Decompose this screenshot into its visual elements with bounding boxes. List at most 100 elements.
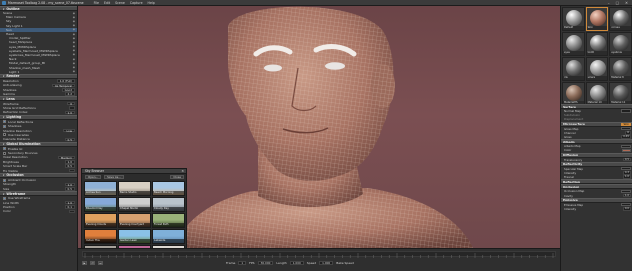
material-swatch[interactable]: Skin	[585, 7, 609, 31]
visibility-eye-icon[interactable]: ◉	[73, 45, 75, 48]
color-swatch[interactable]	[622, 148, 631, 152]
setting-label: Position	[3, 204, 15, 209]
setting-value-field[interactable]: Medium	[57, 155, 75, 160]
sky-thumbnail[interactable]: Bluemid Day	[84, 197, 117, 212]
setting-value-field[interactable]: 1.0 (Full)	[56, 79, 75, 83]
material-swatch[interactable]: Material 8	[609, 57, 632, 81]
setting-value-field[interactable]: Good	[61, 87, 75, 92]
material-swatch[interactable]: Material 10	[585, 82, 609, 106]
section-mode-badge[interactable]: Skin	[621, 122, 631, 126]
setting-checkbox[interactable]	[3, 151, 6, 155]
frame-field[interactable]: 1	[238, 261, 247, 265]
material-swatch[interactable]: MaterialHS	[562, 82, 585, 106]
material-prop-value[interactable]: 0.45	[621, 135, 631, 139]
setting-checkbox[interactable]	[3, 196, 6, 200]
setting-value-field[interactable]: 2.2	[64, 92, 75, 96]
setting-value-field[interactable]: 1.0	[64, 182, 75, 187]
sky-thumbnail[interactable]: Indoor Fire	[84, 229, 117, 244]
material-swatch[interactable]: eyebrow	[609, 32, 632, 56]
close-sky-browser-button[interactable]: Close	[170, 175, 184, 179]
texture-slot[interactable]	[621, 126, 631, 131]
visibility-eye-icon[interactable]: ◉	[73, 66, 75, 69]
setting-value-field[interactable]: 0.5	[64, 137, 75, 142]
close-window-button[interactable]: ✕	[625, 1, 628, 5]
sky-thumbnail[interactable]: Lakeside	[152, 229, 185, 244]
material-prop-value[interactable]: 0.5	[622, 157, 631, 162]
texture-slot[interactable]	[621, 109, 631, 113]
visibility-eye-icon[interactable]: ◉	[73, 62, 75, 65]
menu-capture[interactable]: Capture	[130, 1, 143, 5]
material-prop-value[interactable]: 1.0	[622, 193, 631, 198]
material-swatch[interactable]: Default	[562, 7, 585, 31]
save-sky-button[interactable]: Save As...	[104, 175, 124, 179]
close-icon[interactable]: ✕	[181, 169, 184, 173]
setting-value-field[interactable]	[69, 106, 75, 110]
setting-checkbox[interactable]	[3, 178, 6, 182]
visibility-eye-icon[interactable]: ◉	[73, 41, 75, 44]
visibility-eye-icon[interactable]: ◉	[73, 49, 75, 52]
menu-scene[interactable]: Scene	[115, 1, 125, 5]
first-frame-button[interactable]: ⏮	[90, 261, 95, 265]
visibility-eye-icon[interactable]: ◉	[73, 16, 75, 19]
setting-value-field[interactable]: 0.5	[64, 164, 75, 169]
material-swatch[interactable]: Material 11	[609, 82, 632, 106]
sky-thumbnail[interactable]: Cloudy Day	[152, 197, 185, 212]
visibility-eye-icon[interactable]: ◉	[73, 70, 75, 73]
setting-value-field[interactable]: 0.1	[64, 205, 75, 209]
visibility-eye-icon[interactable]: ◉	[73, 12, 75, 15]
texture-slot[interactable]	[621, 144, 631, 148]
material-swatch[interactable]: sclera	[585, 57, 609, 81]
setting-value-field[interactable]: Low	[63, 128, 75, 133]
material-swatch[interactable]: cornea	[609, 7, 632, 31]
sky-thumbnail[interactable]: Chapel Studio	[118, 197, 151, 212]
setting-checkbox[interactable]	[3, 133, 6, 137]
sky-thumbnail[interactable]: Garden Lawn	[118, 229, 151, 244]
sky-thumbnail[interactable]: Arches Sun	[84, 181, 117, 196]
frame-label: Frame	[226, 261, 236, 265]
last-frame-button[interactable]: ⏭	[98, 261, 103, 265]
visibility-eye-icon[interactable]: ◉	[73, 33, 75, 36]
setting-value-field[interactable]: 0.5	[64, 187, 75, 191]
setting-value-field[interactable]	[69, 209, 75, 214]
setting-checkbox[interactable]	[3, 147, 6, 151]
play-button[interactable]: ▶	[82, 261, 87, 265]
setting-value-field[interactable]: 4x Temporal	[51, 83, 75, 88]
texture-slot[interactable]	[621, 167, 631, 171]
visibility-eye-icon[interactable]: ◉	[73, 20, 75, 23]
fps-field[interactable]: 30.000	[257, 261, 274, 265]
setting-value-field[interactable]: 1.0	[64, 160, 75, 164]
visibility-eye-icon[interactable]: ◉	[73, 24, 75, 27]
material-swatch[interactable]: eyes	[562, 32, 585, 56]
setting-value-field[interactable]: 1.0	[64, 110, 75, 115]
setting-checkbox[interactable]	[3, 124, 6, 128]
sky-thumbnail[interactable]: Forest Path	[152, 213, 185, 228]
setting-value-field[interactable]: 1.0	[64, 200, 75, 205]
timeline-ruler[interactable]	[82, 251, 556, 258]
outline-item-label: Light 1	[9, 69, 20, 74]
visibility-eye-icon[interactable]: ◉	[73, 58, 75, 61]
menu-help[interactable]: Help	[148, 1, 155, 5]
speed-field[interactable]: 1.000	[319, 261, 334, 265]
menu-file[interactable]: File	[94, 1, 99, 5]
material-prop-value[interactable]: 0.0	[622, 207, 631, 211]
texture-slot[interactable]	[621, 203, 631, 207]
menu-edit[interactable]: Edit	[104, 1, 110, 5]
maximize-button[interactable]: □	[616, 1, 619, 5]
visibility-eye-icon[interactable]: ◉	[73, 28, 75, 31]
setting-value-field[interactable]	[69, 168, 75, 173]
material-swatch[interactable]: iris	[562, 57, 585, 81]
material-prop-value[interactable]: 1.0	[622, 175, 631, 179]
sky-thumbnail[interactable]: Barns Studio	[118, 181, 151, 196]
sky-thumbnail[interactable]: Evening Clouds	[84, 213, 117, 228]
sky-thumbnail[interactable]: Evening Courtyard	[118, 213, 151, 228]
setting-value-field[interactable]: 0	[67, 101, 75, 106]
minimize-button[interactable]: –	[608, 1, 610, 5]
length-field[interactable]: 1.000	[289, 261, 304, 265]
setting-checkbox[interactable]	[3, 120, 6, 124]
sky-thumbnail[interactable]: Beach Morning	[152, 181, 185, 196]
texture-slot[interactable]	[621, 189, 631, 194]
visibility-eye-icon[interactable]: ◉	[73, 53, 75, 56]
open-sky-button[interactable]: Open...	[85, 175, 102, 179]
material-swatch[interactable]: tooth	[585, 32, 609, 56]
visibility-eye-icon[interactable]: ◉	[73, 37, 75, 40]
